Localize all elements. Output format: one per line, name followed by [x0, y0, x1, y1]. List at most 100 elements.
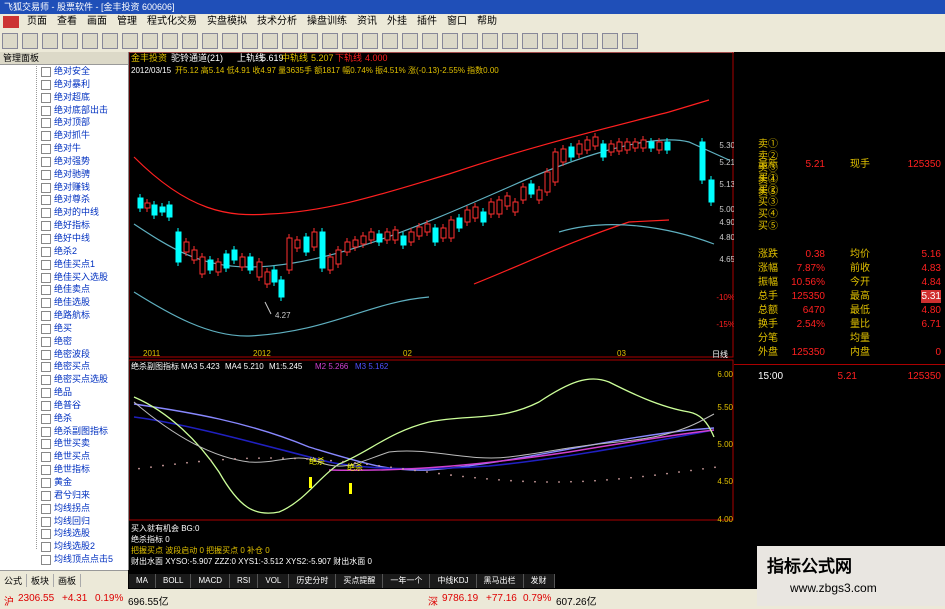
line-tool-icon[interactable]: [502, 33, 518, 49]
formula-item[interactable]: 绝对赚钱: [0, 181, 128, 194]
back-icon[interactable]: [542, 33, 558, 49]
formula-item[interactable]: 绝佳买入选股: [0, 271, 128, 284]
formula-item[interactable]: 绝好指标: [0, 219, 128, 232]
forward-icon[interactable]: [202, 33, 218, 49]
indicator-tab-0[interactable]: MA: [129, 574, 156, 588]
zoom-in-icon[interactable]: [602, 33, 618, 49]
formula-item[interactable]: 绝密买点选股: [0, 373, 128, 386]
formula-item[interactable]: 绝世买点: [0, 450, 128, 463]
formula-item[interactable]: 绝对底部出击: [0, 104, 128, 117]
indicator-tab-10[interactable]: 发财: [523, 574, 555, 588]
formula-item[interactable]: 绝对的中线: [0, 206, 128, 219]
menu-item-11[interactable]: 窗口: [442, 14, 472, 30]
formula-item[interactable]: 均线顶点点击5: [0, 553, 128, 566]
sidebar-tab-1[interactable]: 板块: [27, 573, 55, 587]
formula-item[interactable]: 绝密波段: [0, 348, 128, 361]
menu-item-8[interactable]: 资讯: [352, 14, 382, 30]
formula-item[interactable]: 均线选股: [0, 527, 128, 540]
indicator-tab-9[interactable]: 黑马出栏: [476, 574, 524, 588]
zoom-out-icon[interactable]: [82, 33, 98, 49]
menu-item-12[interactable]: 帮助: [472, 14, 502, 30]
zoom-in-icon[interactable]: [62, 33, 78, 49]
circle-tool-icon[interactable]: [522, 33, 538, 49]
zoom-in-icon[interactable]: [242, 33, 258, 49]
formula-item[interactable]: 绝对暴利: [0, 78, 128, 91]
formula-item[interactable]: 绝对抓牛: [0, 129, 128, 142]
indicator-tab-5[interactable]: 历史分时: [289, 574, 337, 588]
formula-item[interactable]: 黄金: [0, 476, 128, 489]
formula-item[interactable]: 绝普谷: [0, 399, 128, 412]
formula-item[interactable]: 绝密买点: [0, 360, 128, 373]
formula-item[interactable]: 均线选股2: [0, 540, 128, 553]
zoom-out-icon[interactable]: [622, 33, 638, 49]
refresh-icon[interactable]: [402, 33, 418, 49]
back-icon[interactable]: [182, 33, 198, 49]
formula-item[interactable]: 绝杀: [0, 412, 128, 425]
menu-item-3[interactable]: 管理: [112, 14, 142, 30]
print-icon[interactable]: [462, 33, 478, 49]
sidebar-tab-2[interactable]: 画板: [54, 573, 82, 587]
formula-item[interactable]: 绝佳卖点: [0, 283, 128, 296]
formula-item[interactable]: 绝对超底: [0, 91, 128, 104]
formula-item[interactable]: 绝杀2: [0, 245, 128, 258]
formula-item[interactable]: 绝密: [0, 335, 128, 348]
signal-dot: [378, 464, 380, 467]
menu-item-4[interactable]: 程式化交易: [142, 14, 202, 30]
cursor-icon[interactable]: [302, 33, 318, 49]
refresh-icon[interactable]: [42, 33, 58, 49]
menu-item-6[interactable]: 技术分析: [252, 14, 302, 30]
formula-item[interactable]: 绝对顶部: [0, 116, 128, 129]
print-icon[interactable]: [282, 33, 298, 49]
zoom-out-icon[interactable]: [262, 33, 278, 49]
menu-item-2[interactable]: 画面: [82, 14, 112, 30]
formula-item[interactable]: 绝对强势: [0, 155, 128, 168]
indicator-tab-2[interactable]: MACD: [191, 574, 231, 588]
forward-icon[interactable]: [22, 33, 38, 49]
indicator-tab-1[interactable]: BOLL: [156, 574, 192, 588]
formula-item[interactable]: 绝佳选股: [0, 296, 128, 309]
formula-item[interactable]: 君兮归来: [0, 489, 128, 502]
formula-item[interactable]: 绝杀副图指标: [0, 425, 128, 438]
formula-item[interactable]: 绝路航标: [0, 309, 128, 322]
formula-item[interactable]: 绝世指标: [0, 463, 128, 476]
formula-item[interactable]: 绝好中线: [0, 232, 128, 245]
menu-item-7[interactable]: 操盘训练: [302, 14, 352, 30]
menu-item-1[interactable]: 查看: [52, 14, 82, 30]
refresh-icon[interactable]: [582, 33, 598, 49]
formula-item[interactable]: 绝对安全: [0, 65, 128, 78]
line-tool-icon[interactable]: [322, 33, 338, 49]
cursor-icon[interactable]: [122, 33, 138, 49]
indicator-tab-6[interactable]: 买点提醒: [336, 574, 384, 588]
forward-icon[interactable]: [562, 33, 578, 49]
menu-item-10[interactable]: 插件: [412, 14, 442, 30]
formula-item[interactable]: 绝买: [0, 322, 128, 335]
zoom-in-icon[interactable]: [422, 33, 438, 49]
panel-divider: [734, 364, 945, 365]
formula-item[interactable]: 绝对牛: [0, 142, 128, 155]
back-icon[interactable]: [2, 33, 18, 49]
refresh-icon[interactable]: [222, 33, 238, 49]
formula-item[interactable]: 均线回归: [0, 515, 128, 528]
formula-item[interactable]: 绝对驰骋: [0, 168, 128, 181]
zoom-out-icon[interactable]: [442, 33, 458, 49]
forward-icon[interactable]: [382, 33, 398, 49]
formula-item[interactable]: 绝佳买点1: [0, 258, 128, 271]
indicator-tab-3[interactable]: RSI: [230, 574, 259, 588]
cursor-icon[interactable]: [482, 33, 498, 49]
formula-item[interactable]: 绝对尊杀: [0, 193, 128, 206]
formula-item[interactable]: 均线拐点: [0, 502, 128, 515]
sidebar-tab-0[interactable]: 公式: [0, 573, 28, 587]
line-tool-icon[interactable]: [142, 33, 158, 49]
indicator-tab-4[interactable]: VOL: [258, 574, 290, 588]
menu-item-9[interactable]: 外挂: [382, 14, 412, 30]
menu-item-0[interactable]: 页面: [22, 14, 52, 30]
indicator-tab-7[interactable]: 一年一个: [383, 574, 431, 588]
menu-item-5[interactable]: 实盘模拟: [202, 14, 252, 30]
formula-item[interactable]: 绝世买卖: [0, 437, 128, 450]
indicator-tab-8[interactable]: 中线KDJ: [430, 574, 477, 588]
formula-item[interactable]: 绝品: [0, 386, 128, 399]
print-icon[interactable]: [102, 33, 118, 49]
circle-tool-icon[interactable]: [162, 33, 178, 49]
back-icon[interactable]: [362, 33, 378, 49]
circle-tool-icon[interactable]: [342, 33, 358, 49]
